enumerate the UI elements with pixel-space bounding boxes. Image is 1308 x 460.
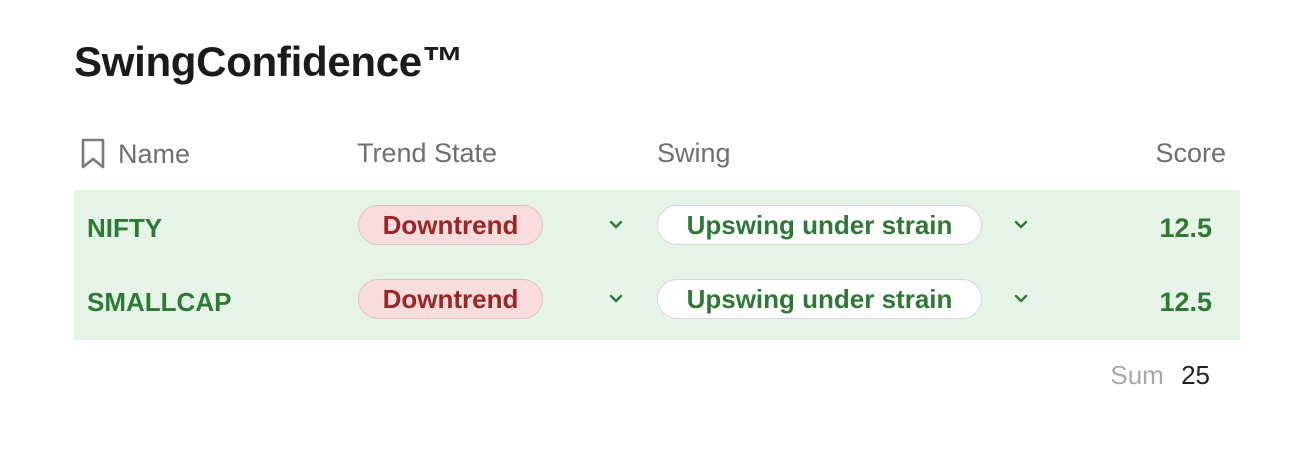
trend-state-badge[interactable]: Downtrend <box>358 279 543 319</box>
row-name: SMALLCAP <box>87 287 232 317</box>
table-row[interactable]: NIFTY Downtrend Upswing under strain 12.… <box>74 191 1240 265</box>
bookmark-icon[interactable] <box>80 138 106 170</box>
table-row[interactable]: SMALLCAP Downtrend Upswing under strain … <box>74 265 1240 339</box>
swing-badge[interactable]: Upswing under strain <box>657 279 982 319</box>
chevron-down-icon[interactable] <box>1013 293 1029 305</box>
column-header-swing[interactable]: Swing <box>657 138 731 169</box>
sum-label: Sum <box>1110 360 1164 390</box>
chevron-down-icon[interactable] <box>608 293 624 305</box>
page-title: SwingConfidence™ <box>74 38 464 85</box>
row-name: NIFTY <box>87 213 163 243</box>
table-header: Name Trend State Swing Score <box>74 128 1240 190</box>
sum-value: 25 <box>1181 360 1210 390</box>
column-header-score[interactable]: Score <box>1155 138 1226 169</box>
table-body: NIFTY Downtrend Upswing under strain 12.… <box>74 190 1240 340</box>
chevron-down-icon[interactable] <box>1013 219 1029 231</box>
trend-state-badge[interactable]: Downtrend <box>358 205 543 245</box>
chevron-down-icon[interactable] <box>608 219 624 231</box>
column-header-name-label: Name <box>118 138 191 169</box>
column-header-trend-state[interactable]: Trend State <box>357 138 497 169</box>
swing-table: Name Trend State Swing Score NIFTY Downt… <box>74 128 1240 390</box>
swing-badge[interactable]: Upswing under strain <box>657 205 982 245</box>
column-header-name[interactable]: Name <box>80 138 190 170</box>
row-score: 12.5 <box>1159 213 1212 243</box>
sum-footer: Sum 25 <box>1110 360 1210 391</box>
row-score: 12.5 <box>1159 287 1212 317</box>
